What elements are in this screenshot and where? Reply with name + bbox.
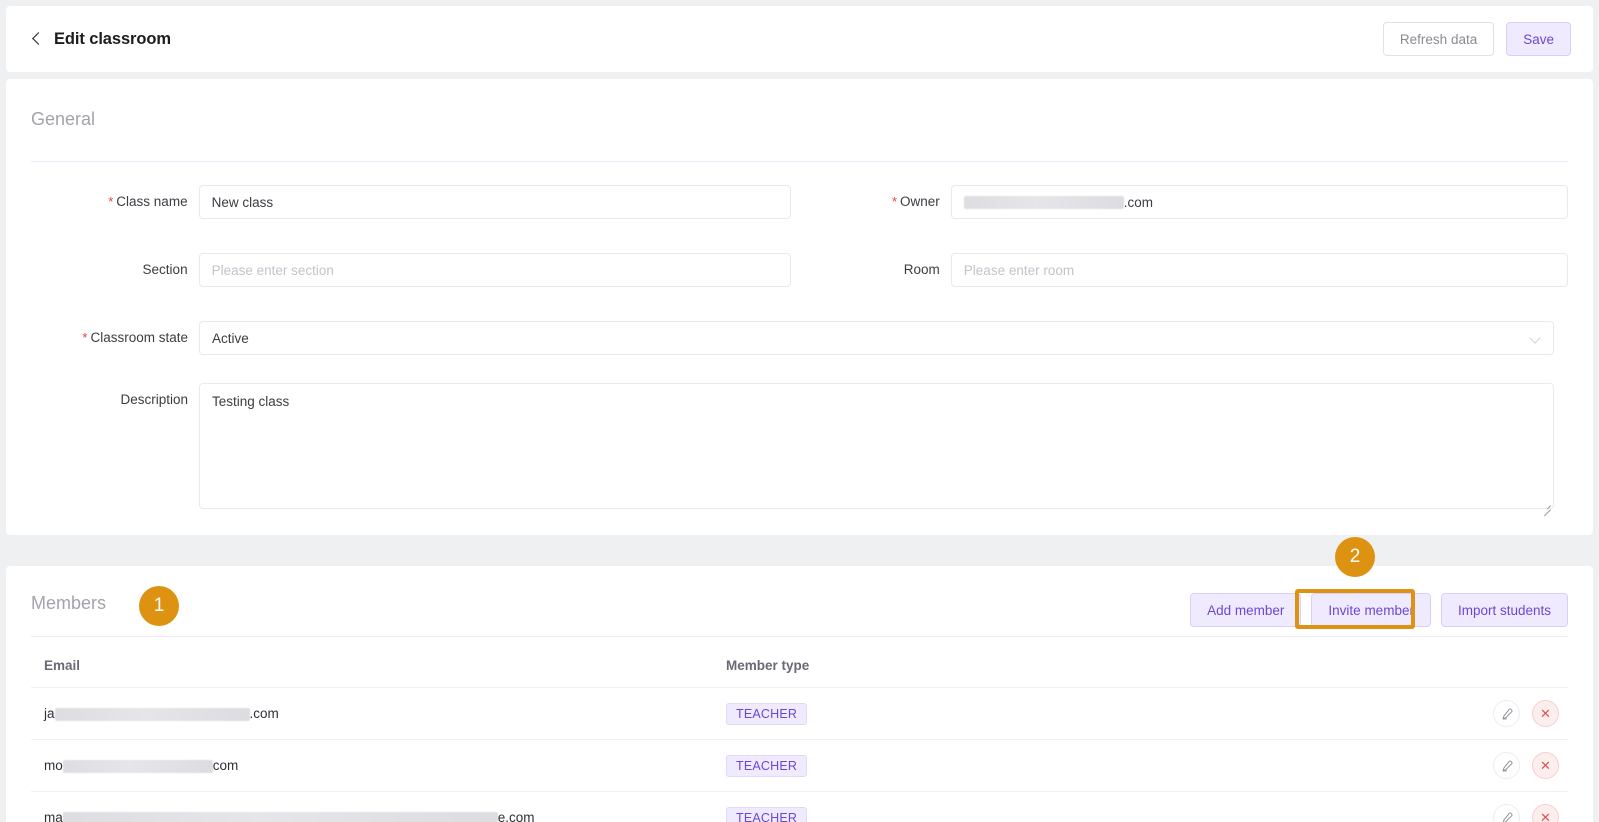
member-email-suffix: com xyxy=(212,758,239,773)
import-students-button[interactable]: Import students xyxy=(1440,593,1568,627)
member-email-suffix: e.com xyxy=(497,810,535,822)
description-field-row: Description xyxy=(31,383,1568,514)
redacted-email xyxy=(54,707,250,721)
delete-glyph: ✕ xyxy=(1540,758,1551,773)
owner-email-suffix: .com xyxy=(1123,194,1154,210)
delete-glyph: ✕ xyxy=(1540,810,1551,822)
class-name-field-row: * Class name xyxy=(31,185,791,219)
top-bar: Edit classroom Refresh data Save xyxy=(6,6,1593,72)
section-input[interactable] xyxy=(198,253,791,287)
column-header-actions xyxy=(1353,652,1568,688)
close-x-icon[interactable]: ✕ xyxy=(1532,700,1559,727)
annotation-marker-2: 2 xyxy=(1335,537,1375,577)
members-table-head: Email Member type xyxy=(31,652,1568,688)
class-name-label: * Class name xyxy=(108,194,188,209)
owner-input-wrap[interactable]: .com xyxy=(950,185,1568,219)
redacted-owner-email xyxy=(963,195,1124,209)
room-input[interactable] xyxy=(950,253,1568,287)
description-label: Description xyxy=(120,392,188,407)
refresh-data-button[interactable]: Refresh data xyxy=(1382,22,1495,56)
member-email-cell: ma e.com xyxy=(31,791,713,822)
section-input-wrap xyxy=(198,253,791,287)
member-email-cell: ja .com xyxy=(31,687,713,740)
redacted-email xyxy=(62,811,498,822)
row-action-group: ✕ xyxy=(1366,700,1568,727)
room-input-wrap xyxy=(950,253,1568,287)
classroom-state-select-wrap[interactable]: Active xyxy=(199,321,1554,355)
members-card: Members Add member Invite member Import … xyxy=(6,566,1593,822)
members-divider xyxy=(31,636,1568,637)
status-badge: TEACHER xyxy=(726,702,808,725)
member-type-cell: TEACHER xyxy=(713,791,1353,822)
required-asterisk-icon: * xyxy=(108,194,114,209)
member-actions-cell: ✕ xyxy=(1353,687,1568,740)
required-asterisk-icon: * xyxy=(82,330,88,345)
members-table-header-row: Email Member type xyxy=(31,652,1568,688)
status-badge: TEACHER xyxy=(726,806,808,822)
top-bar-actions: Refresh data Save xyxy=(1382,22,1571,56)
description-textarea[interactable] xyxy=(199,383,1554,509)
description-textarea-wrap xyxy=(199,383,1554,514)
member-type-cell: TEACHER xyxy=(713,739,1353,792)
table-row: mo com TEACHER ✕ xyxy=(31,739,1568,792)
column-header-member-type: Member type xyxy=(713,652,1353,688)
pencil-edit-icon[interactable] xyxy=(1493,700,1520,727)
classroom-state-select[interactable]: Active xyxy=(199,321,1554,355)
class-name-input-wrap xyxy=(198,185,791,219)
column-header-email: Email xyxy=(31,652,713,688)
add-member-button[interactable]: Add member xyxy=(1190,593,1302,627)
delete-glyph: ✕ xyxy=(1540,706,1551,721)
classroom-state-field-row: * Classroom state Active xyxy=(31,321,1568,355)
annotation-marker-1: 1 xyxy=(139,586,179,626)
member-type-cell: TEACHER xyxy=(713,687,1353,740)
member-email-cell: mo com xyxy=(31,739,713,792)
members-table: Email Member type ja .com TEACHER ✕ mo c… xyxy=(31,652,1568,822)
table-row: ma e.com TEACHER ✕ xyxy=(31,791,1568,822)
classroom-state-label: * Classroom state xyxy=(82,330,188,345)
table-row: ja .com TEACHER ✕ xyxy=(31,687,1568,740)
pencil-edit-icon[interactable] xyxy=(1493,752,1520,779)
room-label: Room xyxy=(903,262,940,277)
member-actions-cell: ✕ xyxy=(1353,791,1568,822)
members-table-body: ja .com TEACHER ✕ mo com TEACHER ✕ ma e.… xyxy=(31,687,1568,822)
close-x-icon[interactable]: ✕ xyxy=(1532,804,1559,822)
general-card: General *Class name *Owner .com Section xyxy=(6,79,1593,535)
member-email-prefix: ja xyxy=(44,706,55,721)
pencil-edit-icon[interactable] xyxy=(1493,804,1520,822)
member-email-prefix: ma xyxy=(44,810,63,822)
owner-input[interactable]: .com xyxy=(950,185,1568,219)
member-email-prefix: mo xyxy=(44,758,63,773)
owner-field-row: * Owner .com xyxy=(788,185,1568,219)
chevron-left-icon[interactable] xyxy=(30,30,44,48)
section-field-row: Section xyxy=(31,253,791,287)
save-button[interactable]: Save xyxy=(1506,22,1571,56)
member-email-suffix: .com xyxy=(249,706,279,721)
owner-label: * Owner xyxy=(891,194,940,209)
invite-member-button[interactable]: Invite member xyxy=(1311,593,1431,627)
row-action-group: ✕ xyxy=(1366,804,1568,822)
status-badge: TEACHER xyxy=(726,754,808,777)
page-title: Edit classroom xyxy=(54,29,171,48)
class-name-input[interactable] xyxy=(198,185,791,219)
required-asterisk-icon: * xyxy=(891,194,898,209)
members-action-buttons: Add member Invite member Import students xyxy=(1190,593,1568,627)
close-x-icon[interactable]: ✕ xyxy=(1532,752,1559,779)
members-section-title: Members xyxy=(31,593,107,613)
section-label: Section xyxy=(142,262,188,277)
room-field-row: Room xyxy=(788,253,1568,287)
redacted-email xyxy=(62,759,213,773)
general-divider xyxy=(31,161,1568,162)
row-action-group: ✕ xyxy=(1366,752,1568,779)
general-section-title: General xyxy=(31,109,96,129)
member-actions-cell: ✕ xyxy=(1353,739,1568,792)
edit-classroom-page: Edit classroom Refresh data Save General… xyxy=(0,0,1599,822)
